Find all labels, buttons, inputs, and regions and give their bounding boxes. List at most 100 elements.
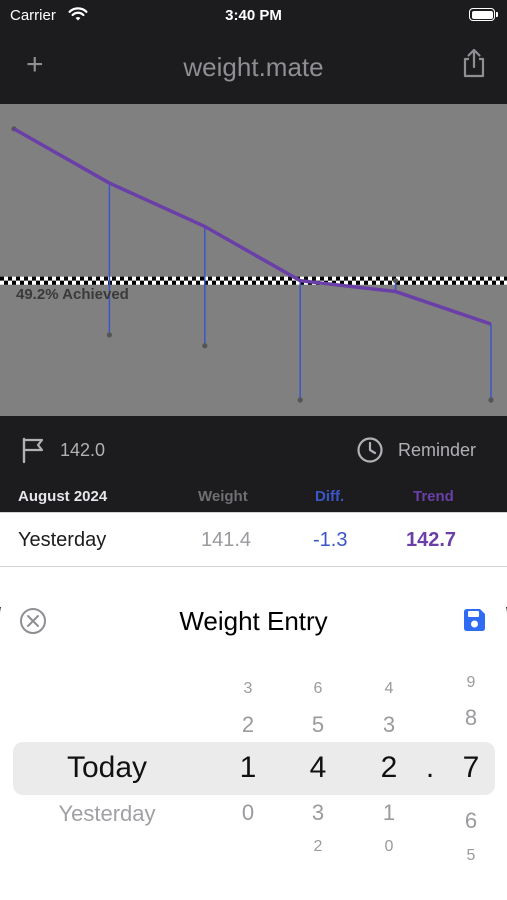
goal-line-square	[8, 276, 12, 281]
goal-line-square	[496, 276, 500, 281]
picker-digit-option[interactable]: 8	[465, 707, 477, 729]
picker-digit-option[interactable]: 3	[244, 681, 253, 697]
goal-line-square	[240, 280, 244, 285]
picker-digit-option[interactable]: 3	[312, 802, 324, 824]
row-day: Yesterday	[18, 529, 107, 551]
picker-day-option[interactable]: Yesterday	[58, 803, 155, 825]
goal-line-square	[424, 276, 428, 281]
goal-line-square	[60, 280, 64, 285]
picker-digit-option[interactable]: 9	[467, 675, 476, 691]
goal-weight[interactable]: 142.0	[60, 440, 105, 461]
picker-tenths-selected[interactable]: 7	[463, 753, 480, 783]
weight-entry-sheet: Weight Entry Today Yesterday 3 2 1 0 6 5…	[0, 588, 507, 900]
goal-line-square	[192, 280, 196, 285]
goal-line-square	[188, 276, 192, 281]
goal-line-square	[88, 280, 92, 285]
goal-line-square	[248, 276, 252, 281]
goal-line-square	[364, 280, 368, 285]
goal-line-square	[0, 276, 4, 281]
picker-digit-option[interactable]: 0	[242, 802, 254, 824]
goal-line-square	[484, 276, 488, 281]
goal-line-square	[232, 276, 236, 281]
picker-digit-option[interactable]: 6	[314, 681, 323, 697]
picker-digit-option[interactable]: 3	[383, 714, 395, 736]
goal-progress-label: 49.2% Achieved	[16, 286, 129, 303]
goal-bar: 142.0 Reminder	[0, 416, 507, 482]
goal-line-square	[268, 276, 272, 281]
goal-line-square	[212, 276, 216, 281]
share-icon[interactable]	[461, 48, 487, 83]
goal-line-square	[388, 276, 392, 281]
goal-line-square	[160, 276, 164, 281]
goal-line-square	[484, 280, 488, 285]
goal-line-square	[100, 280, 104, 285]
goal-line-square	[36, 276, 40, 281]
goal-line-square	[272, 280, 276, 285]
picker-digit-option[interactable]: 0	[385, 839, 394, 855]
goal-line-square	[424, 280, 428, 285]
picker-ones-selected[interactable]: 2	[381, 753, 398, 783]
goal-line-square	[252, 280, 256, 285]
goal-line-square	[28, 276, 32, 281]
goal-line-square	[200, 276, 204, 281]
entry-point	[106, 332, 112, 338]
goal-line-square	[292, 280, 296, 285]
goal-line-square	[176, 276, 180, 281]
goal-line-square	[96, 276, 100, 281]
picker-digit-option[interactable]: 2	[314, 839, 323, 855]
table-row[interactable]: Yesterday 141.4 -1.3 142.7	[0, 512, 507, 567]
goal-line-square	[212, 280, 216, 285]
save-icon[interactable]	[461, 607, 487, 638]
goal-line-square	[196, 280, 200, 285]
goal-line-square	[380, 280, 384, 285]
goal-line-square	[288, 280, 292, 285]
table-header: August 2024 Weight Diff. Trend	[0, 482, 507, 512]
picker-day-selected[interactable]: Today	[67, 753, 147, 783]
goal-line-square	[376, 276, 380, 281]
clock-icon[interactable]	[356, 436, 384, 469]
picker-digit-option[interactable]: 4	[385, 681, 394, 697]
goal-line-square	[416, 280, 420, 285]
goal-line-square	[188, 280, 192, 285]
goal-line-square	[56, 276, 60, 281]
goal-line-square	[428, 276, 432, 281]
goal-line-square	[36, 280, 40, 285]
picker-tens-selected[interactable]: 4	[310, 753, 327, 783]
goal-line-square	[244, 280, 248, 285]
goal-line-square	[252, 276, 256, 281]
goal-line-square	[320, 276, 324, 281]
picker-digit-option[interactable]: 6	[465, 810, 477, 832]
picker-digit-option[interactable]: 2	[242, 714, 254, 736]
goal-line-square	[224, 276, 228, 281]
goal-line-square	[172, 276, 176, 281]
picker-digit-option[interactable]: 1	[383, 802, 395, 824]
goal-line-square	[440, 280, 444, 285]
goal-line-square	[408, 280, 412, 285]
picker-digit-option[interactable]: 5	[467, 848, 476, 864]
reminder-button[interactable]: Reminder	[398, 440, 476, 461]
goal-line-square	[120, 280, 124, 285]
goal-line-square	[452, 276, 456, 281]
goal-line-square	[80, 280, 84, 285]
flag-icon[interactable]	[20, 436, 46, 469]
goal-line-square	[420, 280, 424, 285]
goal-line-square	[384, 276, 388, 281]
goal-line-square	[124, 280, 128, 285]
goal-line-square	[144, 276, 148, 281]
goal-line-square	[0, 280, 4, 285]
goal-line-square	[104, 276, 108, 281]
goal-line-square	[100, 276, 104, 281]
goal-line-square	[64, 276, 68, 281]
goal-line-square	[472, 280, 476, 285]
navigation-bar: + weight.mate	[0, 32, 507, 104]
goal-line-square	[460, 276, 464, 281]
goal-line-square	[140, 276, 144, 281]
picker-hundreds-selected[interactable]: 1	[240, 753, 257, 783]
goal-line-square	[44, 276, 48, 281]
goal-line-square	[132, 276, 136, 281]
app-title: weight.mate	[183, 52, 324, 82]
picker-digit-option[interactable]: 5	[312, 714, 324, 736]
goal-line-square	[348, 276, 352, 281]
goal-line-square	[268, 280, 272, 285]
goal-line-square	[228, 276, 232, 281]
